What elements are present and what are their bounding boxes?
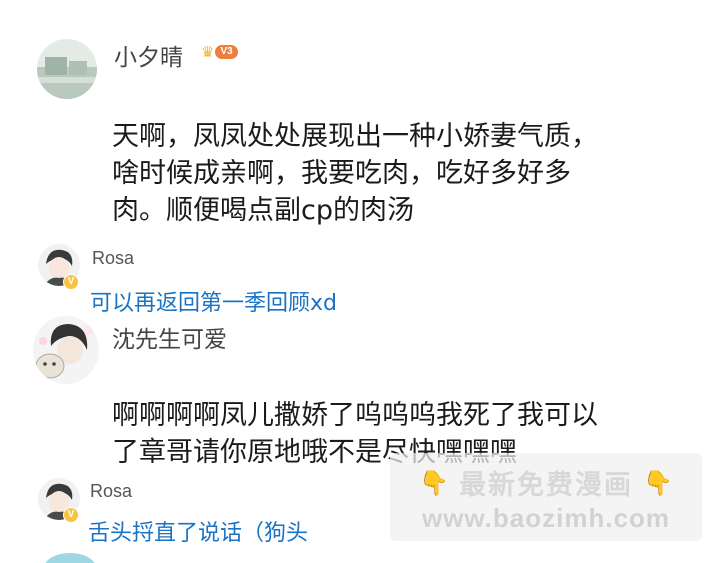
watermark-url: www.baozimh.com xyxy=(421,503,671,533)
username[interactable]: 小夕晴 xyxy=(114,38,183,72)
level-label: V3 xyxy=(215,45,238,59)
reply-text[interactable]: 可以再返回第一季回顾xd xyxy=(90,285,337,317)
level-badge: ♛ V3 xyxy=(201,43,238,61)
watermark-title: 最新免费漫画 xyxy=(459,470,633,501)
comment-line: 啊啊啊啊凤儿撒娇了呜呜呜我死了我可以 xyxy=(112,400,598,431)
watermark: 👇 最新免费漫画 👇 www.baozimh.com xyxy=(390,453,702,541)
reply-text[interactable]: 舌头捋直了说话（狗头 xyxy=(88,515,308,547)
user-avatar[interactable] xyxy=(33,316,99,384)
verified-icon: V xyxy=(63,274,79,290)
comment-line: 啥时候成亲啊，我要吃肉，吃好多好多 xyxy=(112,158,571,189)
crown-icon: ♛ xyxy=(201,43,215,61)
pointing-down-hand-icon: 👇 xyxy=(419,468,449,497)
reply-username[interactable]: Rosa xyxy=(92,248,134,269)
user-avatar[interactable] xyxy=(37,39,97,99)
next-avatar-partial xyxy=(44,553,96,563)
verified-icon: V xyxy=(63,507,79,523)
username[interactable]: 沈先生可爱 xyxy=(112,320,227,354)
comment-line: 天啊，凤凤处处展现出一种小娇妻气质， xyxy=(112,121,598,152)
comment-body: 天啊，凤凤处处展现出一种小娇妻气质， 啥时候成亲啊，我要吃肉，吃好多好多 肉。顺… xyxy=(112,118,598,229)
pointing-down-hand-icon: 👇 xyxy=(643,468,673,497)
reply-username[interactable]: Rosa xyxy=(90,481,132,502)
comment-line: 肉。顺便喝点副cp的肉汤 xyxy=(112,195,414,226)
